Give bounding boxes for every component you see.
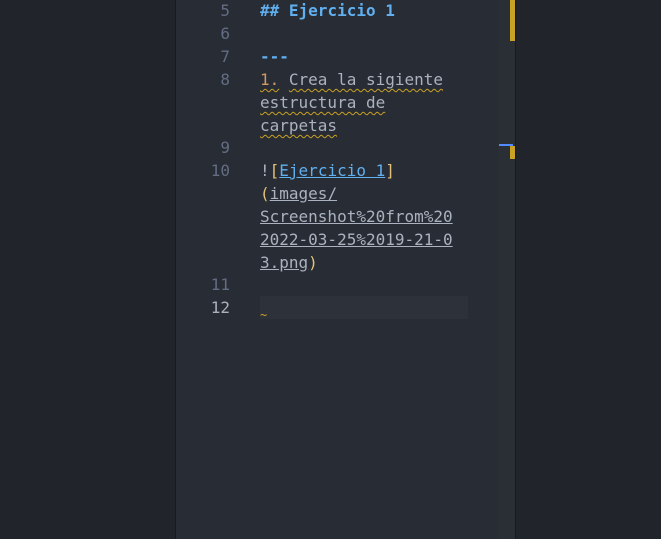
image-url: Screenshot%20from%20 bbox=[260, 207, 453, 226]
list-text: carpetas bbox=[260, 116, 338, 135]
code-line-list-wrap[interactable]: carpetas bbox=[260, 114, 337, 137]
open-paren: ( bbox=[260, 184, 270, 203]
line-number: 6 bbox=[220, 24, 230, 43]
line-number: 8 bbox=[220, 70, 230, 89]
scrollbar-cursor-marker bbox=[499, 144, 513, 146]
code-line-rule[interactable]: --- bbox=[260, 45, 289, 68]
image-url: images/ bbox=[269, 184, 338, 203]
heading-text: Ejercicio 1 bbox=[288, 1, 395, 20]
left-panel bbox=[0, 0, 175, 539]
heading-marker: ## bbox=[260, 1, 280, 20]
image-bang: ! bbox=[260, 161, 270, 180]
image-url: 2022-03-25%2019-21-0 bbox=[260, 230, 453, 249]
right-panel bbox=[516, 0, 661, 539]
image-alt-text: Ejercicio 1 bbox=[279, 161, 386, 180]
editor-scrollbar[interactable] bbox=[498, 0, 515, 539]
list-number: 1. bbox=[260, 70, 280, 89]
line-number: 5 bbox=[220, 1, 230, 20]
line-number-active: 12 bbox=[210, 298, 230, 317]
code-line-image[interactable]: ![Ejercicio 1] bbox=[260, 159, 395, 182]
list-text: estructura de bbox=[260, 93, 386, 112]
open-bracket: [ bbox=[269, 161, 280, 180]
line-number: 7 bbox=[220, 47, 230, 66]
horizontal-rule: --- bbox=[260, 47, 289, 66]
line-number: 9 bbox=[220, 138, 230, 157]
close-paren: ) bbox=[308, 253, 318, 272]
close-bracket: ] bbox=[385, 161, 395, 180]
lint-warning-squiggle: ~ bbox=[260, 308, 268, 322]
code-line-image-wrap[interactable]: Screenshot%20from%20 bbox=[260, 205, 453, 228]
code-line-heading[interactable]: ## Ejercicio 1 bbox=[260, 0, 395, 22]
active-line-highlight bbox=[260, 296, 468, 319]
code-line-image-wrap[interactable]: (images/ bbox=[260, 182, 337, 205]
code-line-list[interactable]: 1. Crea la sigiente bbox=[260, 68, 443, 91]
code-line-list-wrap[interactable]: estructura de bbox=[260, 91, 385, 114]
code-line-image-wrap[interactable]: 2022-03-25%2019-21-0 bbox=[260, 228, 453, 251]
line-number: 10 bbox=[210, 161, 230, 180]
code-line-image-wrap[interactable]: 3.png) bbox=[260, 251, 318, 274]
list-text: Crea la sigiente bbox=[288, 70, 444, 89]
image-url: 3.png bbox=[260, 253, 309, 272]
line-number: 11 bbox=[210, 275, 230, 294]
